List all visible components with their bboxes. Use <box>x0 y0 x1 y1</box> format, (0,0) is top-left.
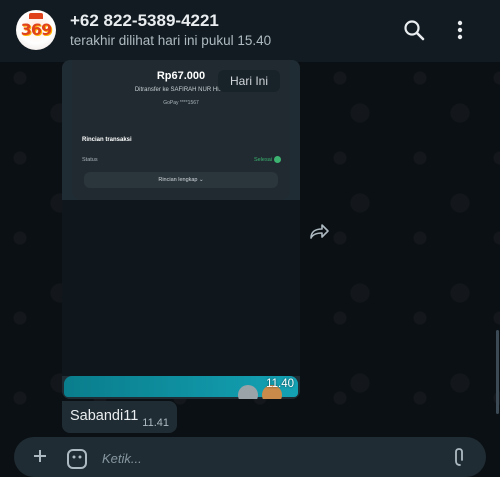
receipt-gopay: GoPay ****1567 <box>163 100 199 106</box>
avatar-logo-text: 369 <box>20 20 52 39</box>
receipt-full-detail: Rincian lengkap ⌄ <box>84 172 278 188</box>
more-vert-icon[interactable] <box>448 18 472 42</box>
image-message-time: 11.40 <box>266 378 294 390</box>
text-message-bubble[interactable]: Sabandi11 11.41 <box>62 401 177 433</box>
receipt-detail-title: Rincian transaksi <box>82 137 132 143</box>
receipt-full-detail-label: Rincian lengkap <box>158 177 198 183</box>
image-overlay-icon <box>238 385 258 399</box>
image-message-bubble[interactable]: Rp67.000 Ditransfer ke SAFIRAH NUR HIDA … <box>62 60 300 399</box>
plus-icon[interactable] <box>32 448 48 464</box>
receipt-status-label: Status <box>82 157 98 163</box>
crown-icon <box>29 13 43 19</box>
forward-icon[interactable] <box>308 222 330 242</box>
receipt-status-value: Selesai <box>253 157 272 163</box>
contact-name[interactable]: +62 822-5389-4221 <box>70 11 219 31</box>
message-time: 11.41 <box>142 417 169 429</box>
message-input[interactable]: Ketik... <box>102 451 142 466</box>
scrollbar[interactable] <box>496 330 499 414</box>
day-chip: Hari Ini <box>218 70 281 92</box>
message-text: Sabandi11 <box>70 408 139 424</box>
image-dark-area <box>62 200 300 376</box>
sticker-icon[interactable] <box>66 448 88 470</box>
check-icon <box>274 156 281 163</box>
avatar[interactable]: 369 <box>16 10 56 50</box>
search-icon[interactable] <box>402 18 426 42</box>
last-seen-status: terakhir dilihat hari ini pukul 15.40 <box>70 33 272 48</box>
attach-icon[interactable] <box>454 447 466 467</box>
